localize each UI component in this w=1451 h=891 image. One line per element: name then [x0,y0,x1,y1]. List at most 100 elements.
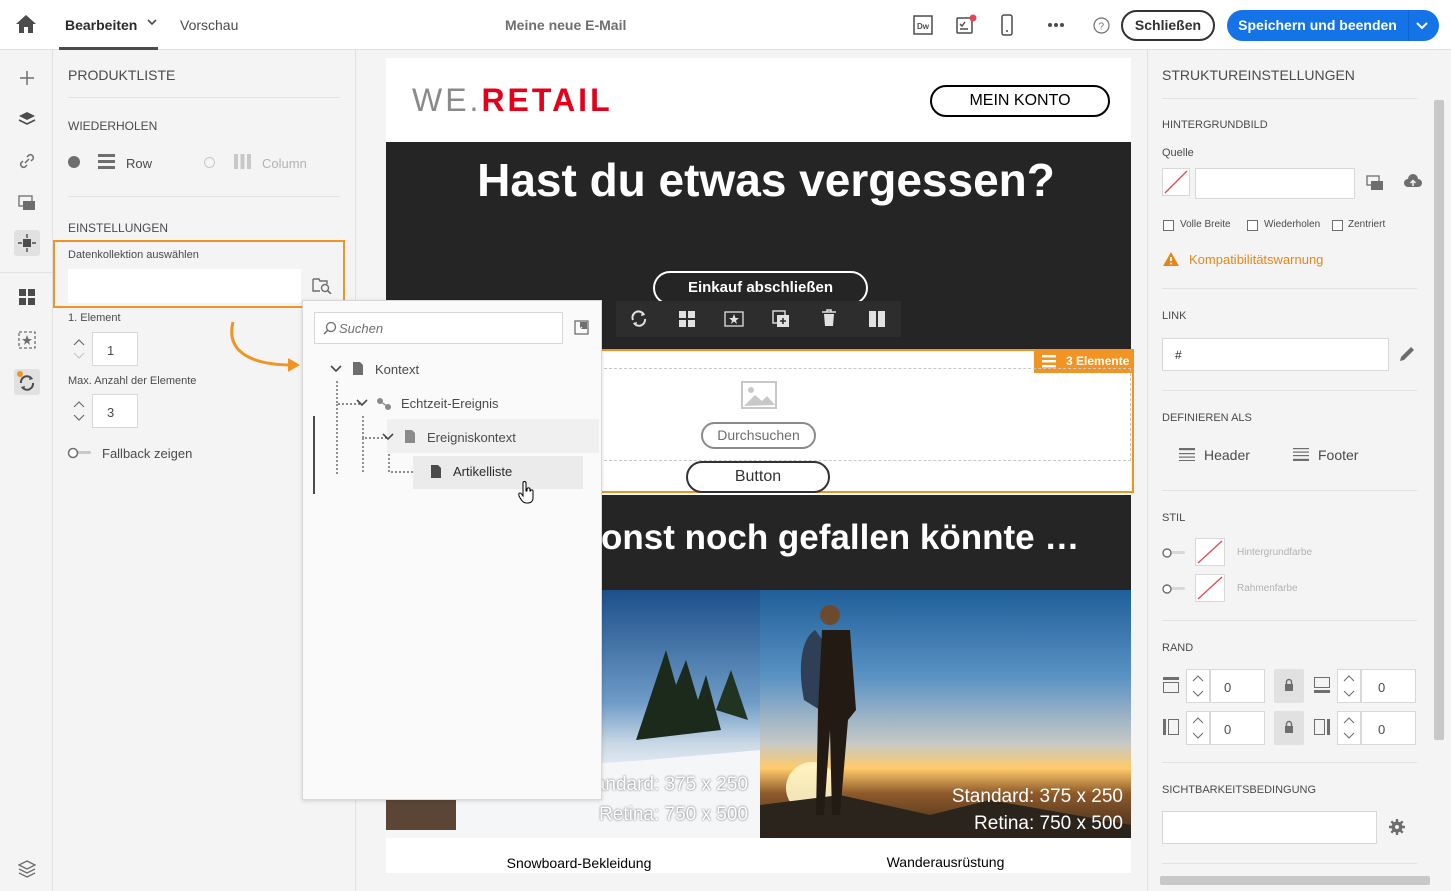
chevron-down-icon[interactable] [329,364,343,374]
dynamic-content-icon[interactable] [14,369,40,395]
layers-icon[interactable] [14,106,40,132]
repeat-section-title: WIEDERHOLEN [68,119,158,133]
delete-icon[interactable] [821,309,837,327]
chevron-down-icon[interactable] [381,432,395,442]
close-button[interactable]: Schließen [1121,10,1215,41]
divider [1162,863,1417,864]
centered-label: Zentriert [1348,219,1386,230]
compatibility-warning[interactable]: Kompatibilitätswarnung [1189,252,1323,267]
lock-button[interactable] [1274,711,1304,745]
image-std-label: Standard: 375 x 250 [576,774,748,795]
image-settings-icon[interactable] [14,190,40,216]
tree-item-realtime-event[interactable]: Echtzeit-Ereignis [401,396,499,411]
sync-icon[interactable] [630,310,648,328]
source-swatch[interactable] [1162,168,1190,196]
divider [1162,390,1417,391]
duplicate-icon[interactable] [772,310,790,328]
gear-icon[interactable] [1388,818,1406,836]
chevron-down-icon[interactable] [355,398,369,408]
save-and-close-button[interactable]: Speichern und beenden [1227,10,1439,41]
border-right-input[interactable]: 0 [1361,711,1416,745]
tab-edit[interactable]: Bearbeiten [65,0,137,50]
columns-icon[interactable] [868,310,886,328]
edit-pencil-icon[interactable] [1398,345,1416,363]
border-left-stepper[interactable] [1186,711,1210,745]
document-icon [352,361,364,376]
radio-column[interactable] [204,157,215,168]
lock-button[interactable] [1274,669,1304,703]
components-icon[interactable] [14,284,40,310]
bg-color-toggle[interactable] [1161,547,1187,559]
product-image-hiking[interactable]: Standard: 375 x 250 Retina: 750 x 500 [760,590,1131,838]
tab-preview[interactable]: Vorschau [180,0,238,50]
generic-button[interactable]: Button [686,461,830,493]
chevron-down-icon[interactable] [1416,22,1428,30]
caption-right[interactable]: Wanderausrüstung [760,854,1131,870]
define-header-option[interactable]: Header [1204,447,1250,463]
row-label: Row [126,156,153,171]
browse-button[interactable]: Durchsuchen [701,422,816,449]
bg-image-section: HINTERGRUNDBILD [1162,119,1268,131]
repeat-checkbox[interactable] [1247,220,1258,231]
collection-input[interactable] [68,269,301,303]
full-width-checkbox[interactable] [1163,220,1174,231]
centered-checkbox[interactable] [1332,220,1343,231]
tree-item-article-list[interactable]: Artikelliste [453,464,512,479]
checkout-button[interactable]: Einkauf abschließen [653,271,868,305]
radio-row[interactable] [68,156,80,168]
caption-left[interactable]: Snowboard-Bekleidung [386,855,772,871]
border-top-input[interactable]: 0 [1210,669,1265,703]
link-section: LINK [1162,310,1187,322]
define-footer-option[interactable]: Footer [1318,447,1358,463]
settings-stack-icon[interactable] [14,856,40,882]
image-icon [741,381,777,409]
my-account-button[interactable]: MEIN KONTO [930,85,1110,117]
mobile-icon[interactable] [1001,14,1013,36]
max-elements-input[interactable]: 3 [92,394,138,428]
help-icon[interactable]: ? [1093,17,1110,34]
tree-item-context[interactable]: Kontext [375,362,419,377]
structure-icon[interactable] [14,230,40,256]
repeat-label: Wiederholen [1264,219,1321,230]
vertical-scrollbar[interactable] [1434,100,1444,740]
image-placeholder[interactable] [599,368,1131,461]
footer-icon [1293,448,1309,461]
plus-icon[interactable] [14,65,40,91]
first-element-input[interactable]: 1 [92,332,138,366]
horizontal-scrollbar[interactable] [1160,876,1430,885]
border-bottom-stepper[interactable] [1337,669,1361,703]
list-icon [1042,354,1056,368]
chevron-down-icon[interactable] [147,18,157,26]
border-right-icon [1314,719,1330,735]
right-panel: STRUKTUREINSTELLUNGEN HINTERGRUNDBILD Qu… [1147,50,1451,891]
row-icon [98,154,115,169]
browse-image-icon[interactable] [1366,175,1384,191]
fragment-icon[interactable] [14,327,40,353]
checklist-icon[interactable] [955,14,977,36]
border-left-input[interactable]: 0 [1210,711,1265,745]
max-elements-stepper[interactable] [68,394,90,428]
visibility-input[interactable] [1162,811,1377,844]
components-icon[interactable] [678,310,696,328]
border-color-swatch[interactable] [1195,574,1225,602]
email-title: Meine neue E-Mail [505,17,627,33]
dreamweaver-icon[interactable]: Dw [913,15,933,35]
divider [1162,762,1417,763]
border-color-toggle[interactable] [1161,583,1187,595]
tree-item-event-context[interactable]: Ereigniskontext [427,430,516,445]
bg-color-swatch[interactable] [1195,538,1225,566]
source-input[interactable] [1195,168,1355,199]
visibility-section: SICHTBARKEITSBEDINGUNG [1162,784,1317,796]
link-input[interactable]: # [1162,338,1389,371]
link-icon[interactable] [14,148,40,174]
border-right-stepper[interactable] [1337,711,1361,745]
browse-collection-icon[interactable] [312,276,332,294]
upload-icon[interactable] [1404,174,1422,190]
fallback-toggle[interactable] [67,447,93,459]
more-icon[interactable] [1047,22,1065,28]
home-icon[interactable] [15,14,37,34]
border-top-stepper[interactable] [1186,669,1210,703]
fragment-icon[interactable] [724,311,744,327]
border-bottom-input[interactable]: 0 [1361,669,1416,703]
first-element-stepper[interactable] [68,332,90,366]
